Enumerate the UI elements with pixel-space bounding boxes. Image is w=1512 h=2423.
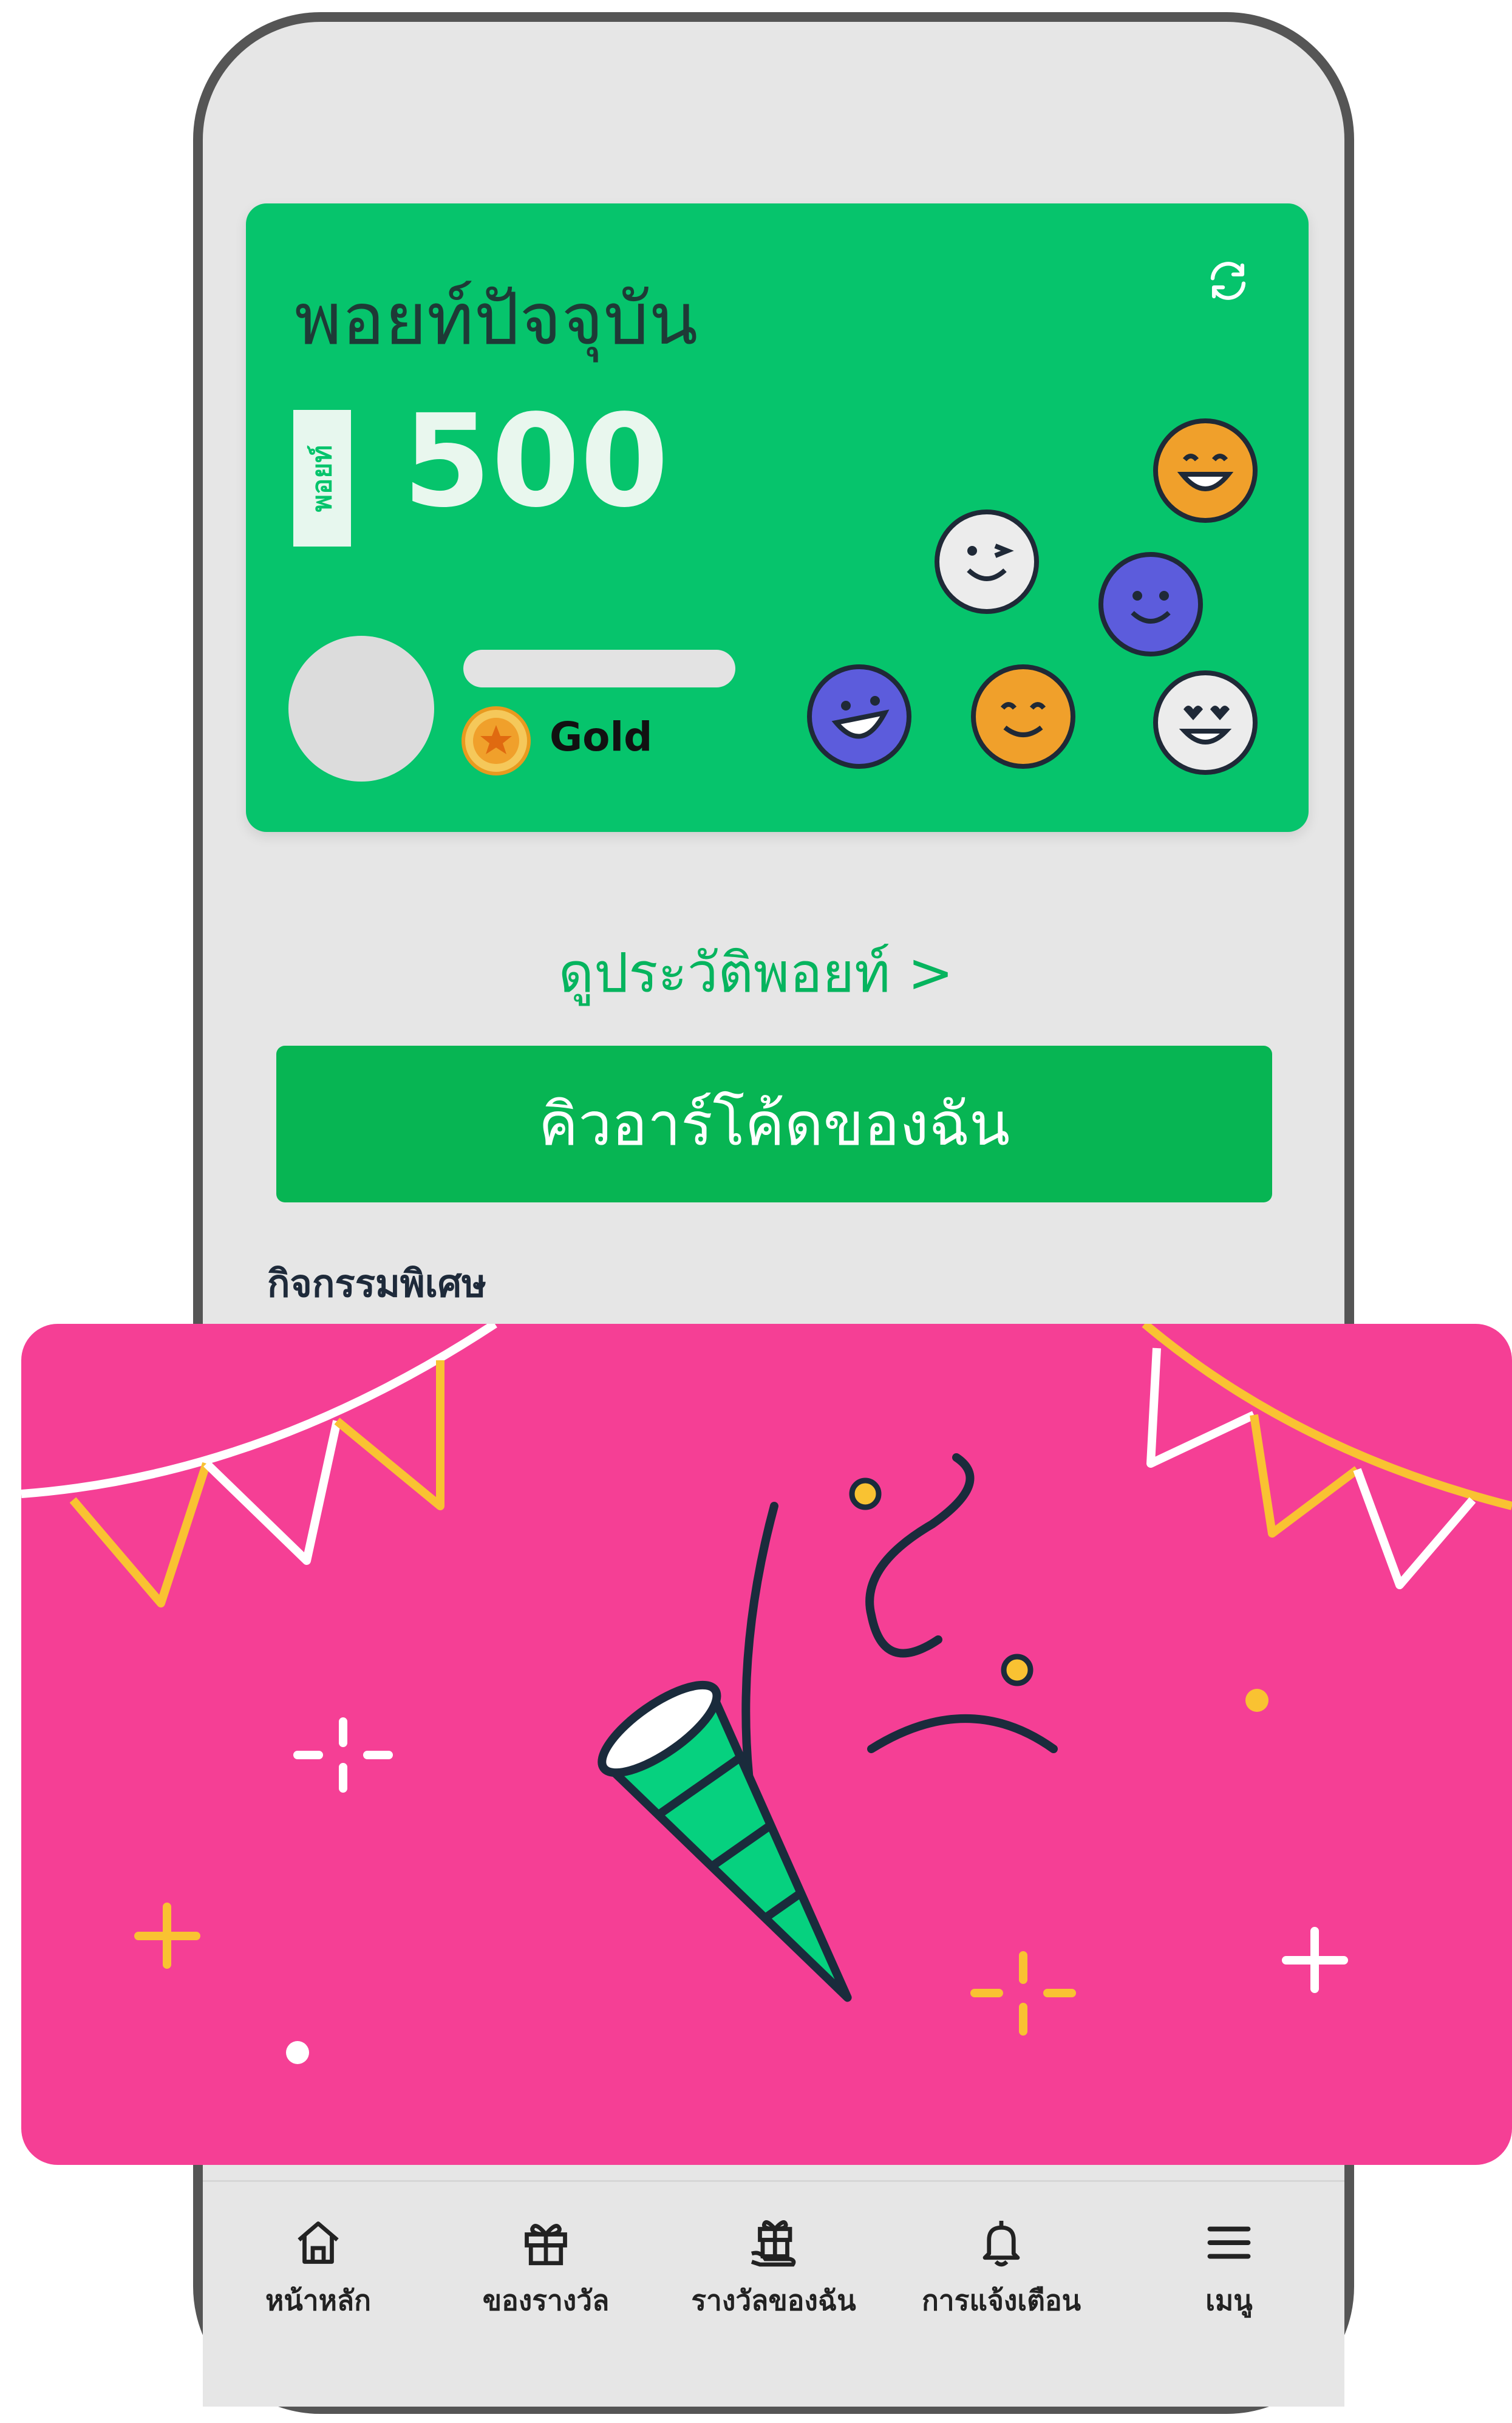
bottom-navigation: หน้าหลัก ของรางวัล รางวัลของฉัน การแจ้งเ… — [203, 2180, 1344, 2407]
gold-medal-icon — [461, 706, 531, 775]
my-qr-code-label: คิวอาร์โค้ดของฉัน — [538, 1090, 1010, 1159]
nav-my-rewards[interactable]: รางวัลของฉัน — [683, 2215, 865, 2355]
nav-menu[interactable]: เมนู — [1138, 2215, 1320, 2355]
points-card: พอยท์ปัจจุบัน พอยท์ 500 Gold — [246, 203, 1309, 832]
special-activity-banner[interactable] — [21, 1324, 1512, 2165]
user-name-placeholder — [463, 650, 735, 687]
points-tag: พอยท์ — [293, 410, 351, 547]
points-history-link[interactable]: ดูประวัติพอยท์ > — [0, 929, 1512, 1016]
nav-home[interactable]: หน้าหลัก — [227, 2215, 409, 2355]
my-rewards-icon — [751, 2220, 796, 2267]
points-card-title: พอยท์ปัจจุบัน — [295, 277, 698, 361]
happy-face-orange-icon — [971, 664, 1075, 769]
party-popper-illustration — [21, 1324, 1512, 2064]
nav-notifications[interactable]: การแจ้งเตือน — [910, 2215, 1092, 2355]
smile-face-purple-icon — [1098, 552, 1203, 656]
gift-icon — [525, 2224, 567, 2266]
heart-eyes-face-icon — [1153, 670, 1258, 775]
menu-icon — [1207, 2226, 1251, 2259]
nav-rewards-label: ของรางวัล — [482, 2284, 610, 2317]
nav-notifications-label: การแจ้งเตือน — [921, 2284, 1081, 2317]
special-activities-title: กิจกรรมพิเศษ — [267, 1261, 487, 1306]
bell-icon — [982, 2221, 1020, 2267]
points-value: 500 — [403, 387, 669, 536]
my-qr-code-button[interactable]: คิวอาร์โค้ดของฉัน — [276, 1046, 1272, 1202]
points-tag-label: พอยท์ — [307, 445, 338, 512]
avatar — [288, 636, 434, 782]
nav-home-label: หน้าหลัก — [265, 2284, 371, 2317]
nav-my-rewards-label: รางวัลของฉัน — [691, 2284, 856, 2317]
tier-label: Gold — [550, 714, 653, 760]
nav-rewards[interactable]: ของรางวัล — [455, 2215, 637, 2355]
nav-menu-label: เมนู — [1205, 2284, 1253, 2317]
wink-face-icon — [935, 509, 1039, 614]
laugh-face-purple-icon — [807, 664, 911, 769]
grin-face-icon — [1153, 418, 1258, 523]
refresh-icon[interactable] — [1202, 255, 1254, 307]
home-icon — [298, 2221, 339, 2264]
